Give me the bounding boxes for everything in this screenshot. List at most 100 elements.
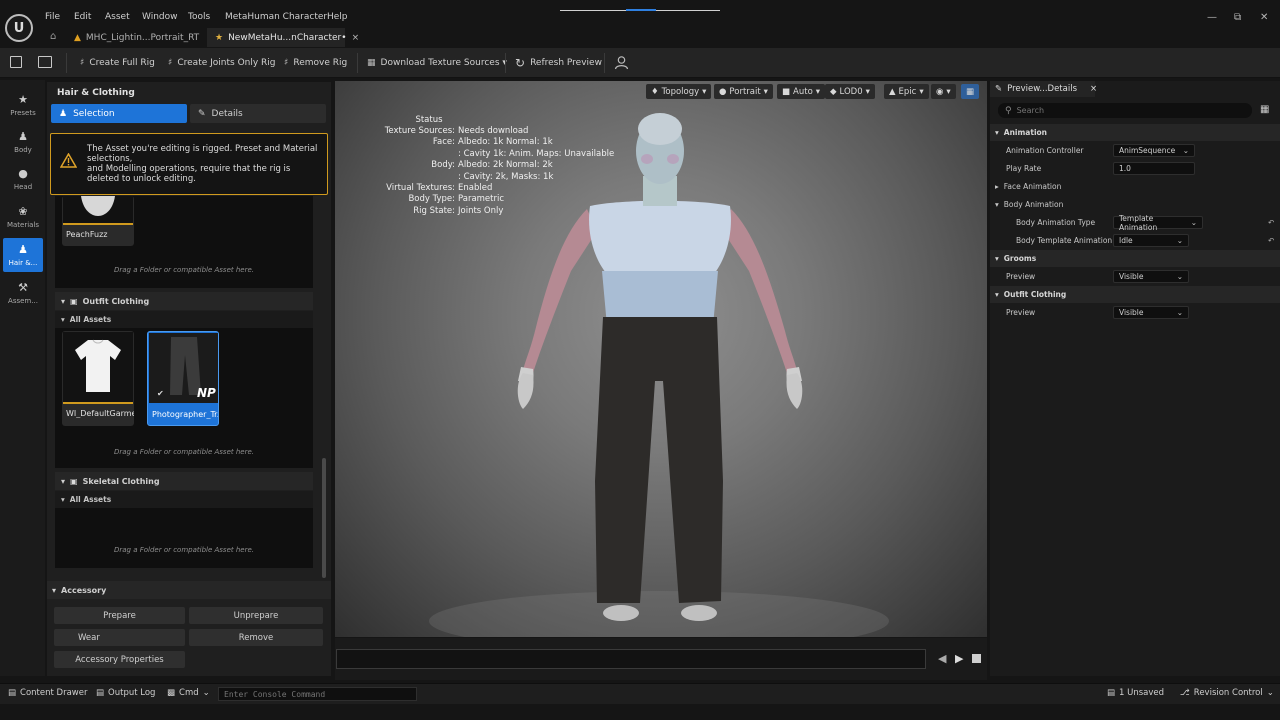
prepare-button[interactable]: Prepare [54,607,185,624]
menu-tools[interactable]: Tools [188,12,210,22]
play-rate-input[interactable]: 1.0 [1113,162,1195,175]
panel-scrollbar[interactable] [322,458,326,578]
tab-metahuman-character[interactable]: ★ NewMetaHu...nCharacter• × [207,28,359,47]
accessory-properties-button[interactable]: Accessory Properties [54,651,185,668]
lod-dropdown[interactable]: ◆ LOD0 ▾ [825,84,875,99]
play-rate-row: Play Rate 1.0 [990,160,1280,177]
animation-section[interactable]: ▾ Animation [990,124,1280,141]
input-value: 1.0 [1119,164,1131,173]
grooms-preview-dropdown[interactable]: Visible ⌄ [1113,270,1189,283]
body-animation-type-dropdown[interactable]: Template Animation ⌄ [1113,214,1203,232]
unprepare-button[interactable]: Unprepare [189,607,323,624]
remove-rig-button[interactable]: ♯ Remove Rig [284,55,347,71]
menu-window[interactable]: Window [142,12,178,22]
refresh-icon: ↻ [515,56,526,70]
skeletal-clothing-header[interactable]: ▾ ▣ Skeletal Clothing [55,472,313,490]
menu-file[interactable]: File [45,12,60,22]
section-label: Outfit Clothing [1003,290,1067,299]
create-joints-only-rig-button[interactable]: ♯ Create Joints Only Rig [168,55,276,71]
outfit-clothing-section[interactable]: ▾ Outfit Clothing [990,286,1280,303]
close-window-icon[interactable]: ✕ [1260,12,1268,23]
home-icon[interactable]: ⌂ [50,31,56,42]
nav-assembly[interactable]: ⚒ Assem... [3,276,43,310]
chevron-down-icon: ▾ [919,86,924,97]
body-animation-row[interactable]: ▾ Body Animation [990,196,1280,213]
asset-tile-peachfuzz[interactable]: PeachFuzz [62,196,134,246]
minimize-icon[interactable]: — [1207,12,1217,23]
unreal-logo-icon[interactable]: U [5,14,33,42]
checked-garment-icon: ✔ [157,389,164,398]
status-value: Needs download [458,126,529,136]
animation-controller-dropdown[interactable]: AnimSequence ⌄ [1113,144,1195,157]
character-asset-icon: ★ [215,32,224,43]
view-options-dropdown[interactable]: ◉ ▾ [931,84,956,99]
quality-epic-dropdown[interactable]: ▲ Epic ▾ [884,84,929,99]
accessory-header-label: Accessory [61,585,107,595]
face-animation-row[interactable]: ▸ Face Animation [990,178,1280,195]
remove-button[interactable]: Remove [189,629,323,646]
nav-presets[interactable]: ★ Presets [3,88,43,122]
property-label: Body Animation Type [1016,218,1096,227]
asset-tile-photographer-trousers[interactable]: ✔ NP Photographer_Tr... [147,331,219,426]
outfit-all-assets-header[interactable]: ▾ All Assets [55,311,313,328]
timeline-scrubber[interactable] [336,649,926,669]
refresh-preview-button[interactable]: ↻ Refresh Preview [515,55,602,71]
topology-icon: ♦ [651,86,659,97]
reset-icon[interactable]: ↶ [1268,236,1274,245]
nav-materials[interactable]: ❀ Materials [3,200,43,234]
create-full-rig-button[interactable]: ♯ Create Full Rig [80,55,155,71]
viewport-layout-toggle[interactable]: ▦ [961,84,980,99]
table-view-icon[interactable]: ▦ [1260,104,1269,115]
grooms-section[interactable]: ▾ Grooms [990,250,1280,267]
chevron-down-icon: ⌄ [1182,146,1189,155]
main-toolbar: ♯ Create Full Rig ♯ Create Joints Only R… [0,48,1280,78]
menu-help[interactable]: Help [327,12,348,22]
tab-lighting-portrait[interactable]: ▲ MHC_Lightin...Portrait_RT [66,28,204,47]
nav-body[interactable]: ♟ Body [3,125,43,159]
search-input[interactable] [1016,106,1217,115]
menu-metahuman-character[interactable]: MetaHuman Character [225,12,327,22]
hair-clothing-icon: ♟ [18,243,28,256]
download-texture-sources-button[interactable]: ▦ Download Texture Sources ▾ [367,55,507,71]
stop-icon[interactable] [972,654,981,663]
menu-edit[interactable]: Edit [74,12,91,22]
unsaved-assets-button[interactable]: ▤ 1 Unsaved [1107,688,1164,698]
nav-hair-clothing[interactable]: ♟ Hair &... [3,238,43,272]
play-icon[interactable]: ▶ [955,652,963,665]
outfit-preview-dropdown[interactable]: Visible ⌄ [1113,306,1189,319]
download-textures-label: Download Texture Sources ▾ [380,58,507,68]
status-key: Body Type: [408,194,455,205]
nav-head[interactable]: ● Head [3,162,43,196]
details-tab[interactable]: ✎ Preview...Details × [990,81,1097,97]
cmd-dropdown[interactable]: ▩ Cmd ⌄ [167,688,210,698]
browse-asset-icon[interactable] [38,56,52,68]
content-drawer-button[interactable]: ▤ Content Drawer [8,688,87,698]
topology-dropdown[interactable]: ♦ Topology ▾ [646,84,712,99]
reset-icon[interactable]: ↶ [1268,218,1274,227]
menu-asset[interactable]: Asset [105,12,130,22]
status-value: Albedo: 2k Normal: 2k [458,160,553,171]
wear-button[interactable]: Wear [54,629,185,646]
outfit-clothing-header[interactable]: ▾ ▣ Outfit Clothing [55,292,313,310]
save-icon[interactable] [10,56,22,68]
camera-auto-dropdown[interactable]: ■ Auto ▾ [777,84,826,99]
selection-tab[interactable]: ♟ Selection [51,104,187,123]
details-search-field[interactable]: ⚲ [998,103,1252,118]
light-bulb-icon: ● [719,86,727,97]
console-command-input[interactable] [218,687,417,701]
garment-thumbnail [63,332,133,402]
lighting-portrait-dropdown[interactable]: ● Portrait ▾ [714,84,773,99]
skeletal-all-assets-header[interactable]: ▾ All Assets [55,491,313,508]
output-log-button[interactable]: ▤ Output Log [96,688,155,698]
close-tab-icon[interactable]: × [1090,84,1097,94]
user-icon[interactable] [614,55,629,70]
details-tab[interactable]: ✎ Details [190,104,326,123]
character-viewport[interactable]: ♦ Topology ▾ ● Portrait ▾ ■ Auto ▾ ◆ LOD… [335,81,987,637]
maximize-icon[interactable]: ⧉ [1234,12,1241,23]
accessory-header[interactable]: ▾ Accessory [47,581,331,599]
close-tab-icon[interactable]: × [352,33,360,43]
step-back-icon[interactable]: ◀ [938,652,946,665]
revision-control-button[interactable]: ⎇ Revision Control ⌄ [1180,688,1274,698]
body-template-dropdown[interactable]: Idle ⌄ [1113,234,1189,247]
asset-tile-default-garment[interactable]: WI_DefaultGarment [62,331,134,426]
